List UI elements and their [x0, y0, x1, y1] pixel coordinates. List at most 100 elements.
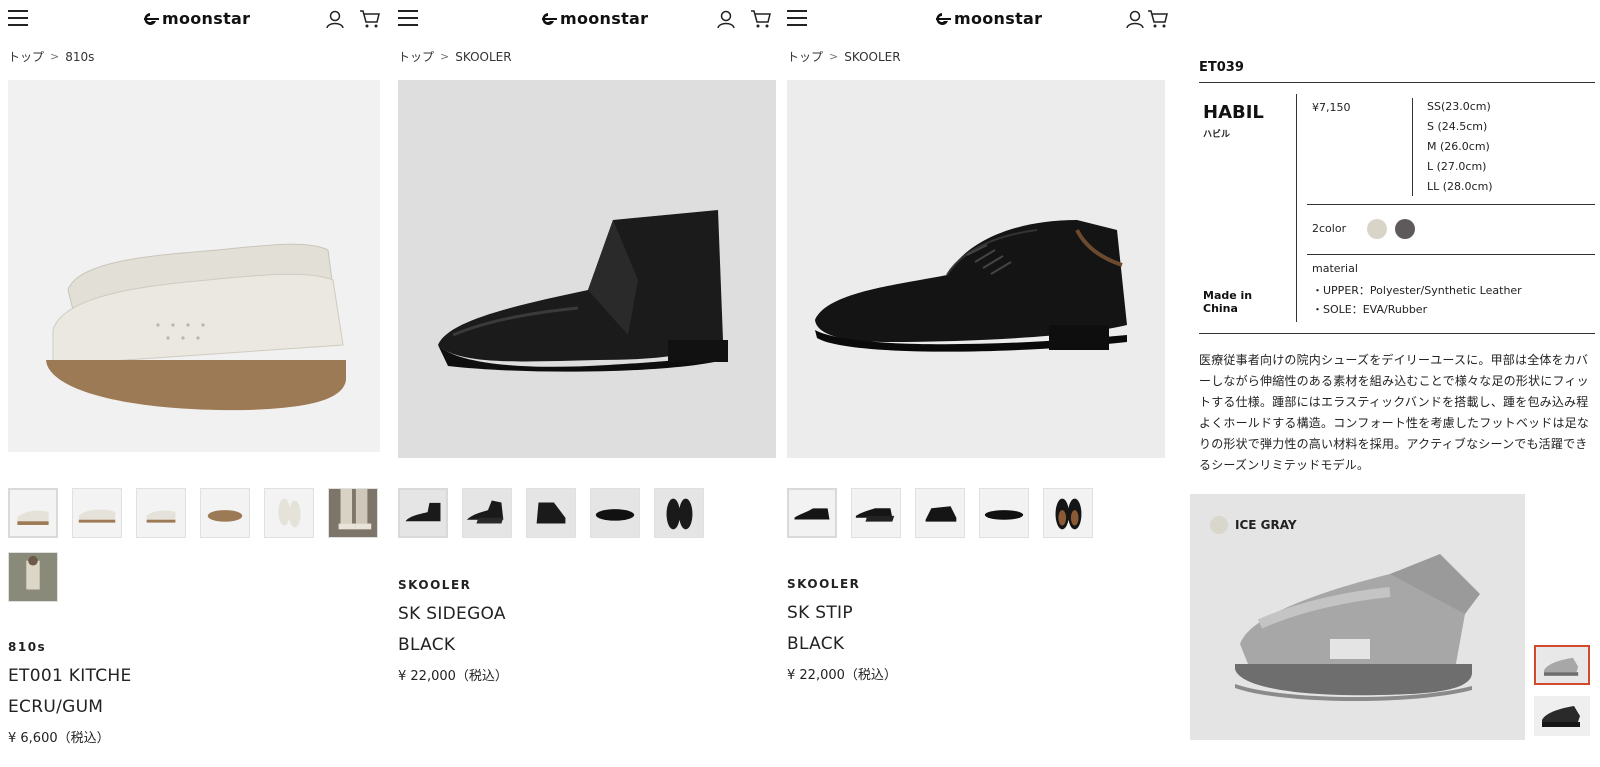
thumbnail-5[interactable]	[1043, 488, 1093, 538]
size-item: LL (28.0cm)	[1427, 180, 1493, 193]
thumbnail-5[interactable]	[654, 488, 704, 538]
hamburger-menu-icon[interactable]	[787, 10, 807, 26]
thumbnail-7[interactable]	[8, 552, 58, 602]
product-column-1: moonstar トップ > 810s 810s ET001 KITCHE EC…	[0, 0, 392, 767]
breadcrumb-category[interactable]: 810s	[65, 50, 94, 64]
breadcrumb-top[interactable]: トップ	[398, 48, 434, 65]
product-color: BLACK	[398, 635, 456, 655]
color-swatch-dark-gray[interactable]	[1395, 219, 1415, 239]
variant-thumbnail-2[interactable]	[1534, 696, 1590, 736]
product-column-3: moonstar トップ > SKOOLER SKOOLER SK STIP B…	[787, 0, 1177, 767]
product-main-image[interactable]	[8, 80, 380, 452]
colors-count-label: 2color	[1312, 222, 1347, 235]
thumbnail-2[interactable]	[851, 488, 901, 538]
divider	[1307, 254, 1595, 255]
thumbnail-1[interactable]	[398, 488, 448, 538]
thumbnail-4[interactable]	[590, 488, 640, 538]
breadcrumb: トップ > SKOOLER	[398, 48, 512, 65]
spec-product-name: HABIL	[1203, 102, 1264, 123]
breadcrumb-top[interactable]: トップ	[8, 48, 44, 65]
size-item: S (24.5cm)	[1427, 120, 1488, 133]
product-main-image[interactable]	[398, 80, 776, 458]
product-main-image[interactable]	[787, 80, 1165, 458]
thumbnail-1[interactable]	[8, 488, 58, 538]
divider	[1412, 98, 1413, 196]
moonstar-mark-icon	[542, 12, 557, 25]
user-account-icon[interactable]	[1125, 9, 1145, 29]
divider	[1199, 82, 1595, 83]
site-header: moonstar	[398, 4, 784, 34]
logo-text: moonstar	[162, 9, 251, 28]
moonstar-logo[interactable]: moonstar	[140, 9, 250, 28]
thumbnail-3[interactable]	[136, 488, 186, 538]
product-color: ECRU/GUM	[8, 697, 104, 717]
product-price: ¥ 22,000（税込）	[787, 668, 897, 683]
product-name: SK SIDEGOA	[398, 604, 506, 624]
breadcrumb: トップ > SKOOLER	[787, 48, 901, 65]
logo-text: moonstar	[560, 9, 649, 28]
breadcrumb-separator: >	[50, 50, 60, 63]
thumbnail-5[interactable]	[264, 488, 314, 538]
thumbnail-3[interactable]	[915, 488, 965, 538]
thumbnail-4[interactable]	[979, 488, 1029, 538]
material-upper: ・UPPER：Polyester/Synthetic Leather	[1312, 284, 1522, 297]
thumbnail-2[interactable]	[462, 488, 512, 538]
user-account-icon[interactable]	[716, 9, 736, 29]
breadcrumb: トップ > 810s	[8, 48, 94, 65]
thumbnail-6[interactable]	[328, 488, 378, 538]
product-spec-panel: ET039 HABIL ハビル Made in China ¥7,150 SS(…	[1190, 0, 1600, 767]
brand-label: SKOOLER	[398, 578, 472, 592]
thumbnail-2[interactable]	[72, 488, 122, 538]
product-price: ¥ 22,000（税込）	[398, 669, 508, 684]
size-item: SS(23.0cm)	[1427, 100, 1491, 113]
product-color: BLACK	[787, 634, 845, 654]
user-account-icon[interactable]	[325, 9, 345, 29]
hamburger-menu-icon[interactable]	[8, 10, 28, 26]
material-sole: ・SOLE：EVA/Rubber	[1312, 303, 1428, 316]
product-name: ET001 KITCHE	[8, 666, 132, 686]
breadcrumb-top[interactable]: トップ	[787, 48, 823, 65]
breadcrumb-separator: >	[829, 50, 839, 63]
shopping-cart-icon[interactable]	[359, 9, 381, 29]
shopping-cart-icon[interactable]	[1147, 9, 1169, 29]
made-in-label: Made in China	[1203, 289, 1253, 315]
divider	[1296, 94, 1297, 322]
brand-label: 810s	[8, 640, 47, 654]
breadcrumb-separator: >	[440, 50, 450, 63]
site-header: moonstar	[0, 4, 392, 34]
thumbnail-4[interactable]	[200, 488, 250, 538]
color-swatch-ice-gray[interactable]	[1367, 219, 1387, 239]
material-label: material	[1312, 262, 1358, 275]
product-name: SK STIP	[787, 603, 853, 623]
site-header: moonstar	[787, 4, 1177, 34]
moonstar-mark-icon	[144, 12, 159, 25]
product-sku: ET039	[1199, 60, 1244, 75]
product-description: 医療従事者向けの院内シューズをデイリーユースに。甲部は全体をカバーしながら伸縮性…	[1199, 353, 1590, 472]
moonstar-logo[interactable]: moonstar	[932, 9, 1042, 28]
moonstar-mark-icon	[936, 12, 951, 25]
breadcrumb-category[interactable]: SKOOLER	[455, 50, 511, 64]
thumbnail-1[interactable]	[787, 488, 837, 538]
size-item: L (27.0cm)	[1427, 160, 1487, 173]
moonstar-logo[interactable]: moonstar	[538, 9, 648, 28]
divider	[1307, 204, 1595, 205]
size-item: M (26.0cm)	[1427, 140, 1490, 153]
breadcrumb-category[interactable]: SKOOLER	[844, 50, 900, 64]
thumbnail-strip	[398, 488, 778, 538]
brand-label: SKOOLER	[787, 577, 861, 591]
thumbnail-3[interactable]	[526, 488, 576, 538]
thumbnail-strip	[8, 488, 388, 602]
spec-price: ¥7,150	[1312, 101, 1351, 114]
divider	[1199, 333, 1595, 334]
hamburger-menu-icon[interactable]	[398, 10, 418, 26]
spec-product-kana: ハビル	[1203, 130, 1231, 140]
variant-color-label: ICE GRAY	[1235, 518, 1297, 532]
product-price: ¥ 6,600（税込）	[8, 731, 110, 746]
variant-color-chip	[1210, 516, 1228, 534]
product-column-2: moonstar トップ > SKOOLER SKOOLER SK SIDEGO…	[398, 0, 784, 767]
logo-text: moonstar	[954, 9, 1043, 28]
shopping-cart-icon[interactable]	[750, 9, 772, 29]
variant-thumbnail-1[interactable]	[1534, 645, 1590, 685]
size-list: SS(23.0cm) S (24.5cm) M (26.0cm) L (27.0…	[1427, 100, 1493, 200]
thumbnail-strip	[787, 488, 1167, 538]
